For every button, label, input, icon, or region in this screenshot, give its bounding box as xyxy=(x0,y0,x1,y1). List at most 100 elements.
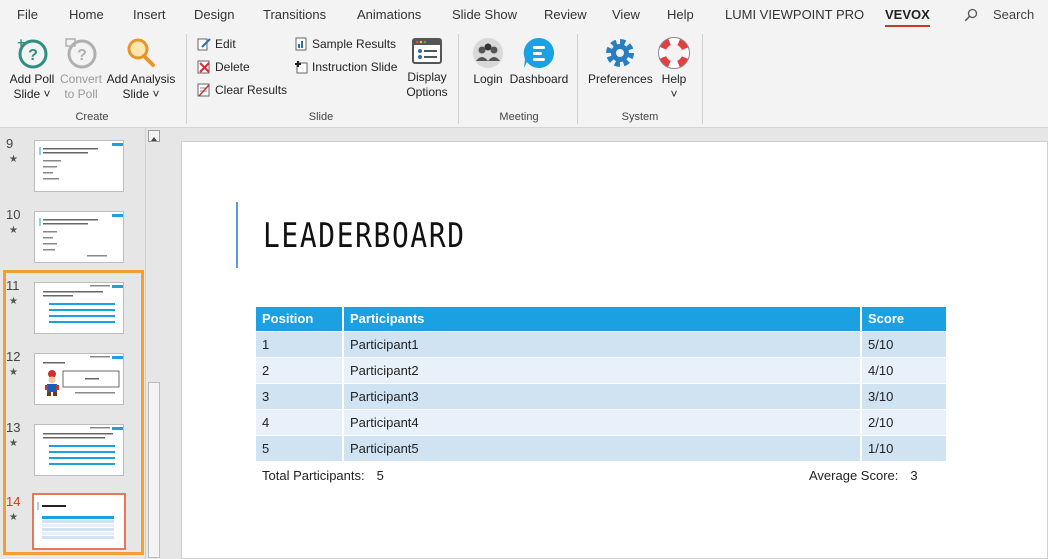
dashboard-button[interactable]: Dashboard xyxy=(509,36,569,87)
leaderboard-table[interactable]: Position Participants Score 1 Participan… xyxy=(256,307,946,462)
display-options-label-2: Options xyxy=(406,85,448,99)
svg-text:+: + xyxy=(17,36,25,50)
clear-results-button[interactable]: Clear Results xyxy=(197,83,287,97)
slide-title[interactable]: LEADERBOARD xyxy=(263,216,466,256)
slide-canvas[interactable]: LEADERBOARD Position Participants Score … xyxy=(181,141,1048,559)
edit-button[interactable]: Edit xyxy=(197,37,236,51)
group-label-meeting: Meeting xyxy=(499,111,539,123)
svg-text:?: ? xyxy=(77,47,87,64)
animation-star-icon: ★ xyxy=(9,225,18,236)
table-row: 3 Participant3 3/10 xyxy=(256,383,946,410)
separator xyxy=(458,34,459,124)
delete-icon xyxy=(197,60,210,74)
thumbnail-preview xyxy=(34,211,124,263)
ribbon: ? + Add Poll Slide ˅ ? Convert to Poll A… xyxy=(0,30,1048,128)
scroll-up-button[interactable] xyxy=(148,130,160,142)
instruction-slide-label: Instruction Slide xyxy=(312,60,398,74)
convert-icon: ? xyxy=(65,38,97,69)
cell-score: 4/10 xyxy=(861,357,946,384)
slide-thumbnail-pane: 9 ★ 10 ★ 11 ★ 12 ★ 13 ★ 14 ★ xyxy=(0,128,163,559)
tab-animations[interactable]: Animations xyxy=(357,7,421,22)
thumbnail-number: 10 xyxy=(6,207,21,222)
display-options-button[interactable]: Display Options xyxy=(403,36,451,100)
search-icon[interactable] xyxy=(964,8,978,22)
preferences-button[interactable]: Preferences xyxy=(588,36,653,87)
animation-star-icon: ★ xyxy=(9,154,18,165)
cell-participant: Participant4 xyxy=(343,409,862,436)
separator xyxy=(577,34,578,124)
add-analysis-label: Add Analysis xyxy=(106,72,176,86)
table-row: 5 Participant5 1/10 xyxy=(256,435,946,462)
cell-participant: Participant5 xyxy=(343,435,862,462)
table-row: 1 Participant1 5/10 xyxy=(256,331,946,358)
total-participants: Total Participants: 5 xyxy=(262,468,384,483)
svg-text:?: ? xyxy=(28,47,38,64)
cell-position: 2 xyxy=(256,357,344,384)
total-participants-value: 5 xyxy=(376,468,384,483)
table-row: 2 Participant2 4/10 xyxy=(256,357,946,384)
tab-transitions[interactable]: Transitions xyxy=(263,7,326,22)
login-icon xyxy=(473,38,503,68)
cell-score: 2/10 xyxy=(861,409,946,436)
cell-participant: Participant2 xyxy=(343,357,862,384)
instruction-slide-icon xyxy=(295,61,308,74)
slide-workspace: LEADERBOARD Position Participants Score … xyxy=(163,128,1048,559)
tab-file[interactable]: File xyxy=(17,7,38,22)
thumbnail-scrollbar[interactable] xyxy=(145,128,161,559)
title-accent-bar xyxy=(236,202,238,268)
thumbnail-preview xyxy=(34,140,124,192)
clear-results-icon xyxy=(197,83,210,97)
tab-home[interactable]: Home xyxy=(69,7,104,22)
edit-icon xyxy=(197,38,211,51)
tab-help[interactable]: Help xyxy=(667,7,694,22)
help-label: Help xyxy=(661,72,687,86)
cell-participant: Participant1 xyxy=(343,331,862,358)
tab-vevox[interactable]: VEVOX xyxy=(885,7,930,27)
group-label-create: Create xyxy=(75,111,109,123)
average-score-label: Average Score: xyxy=(809,468,899,483)
table-header-row: Position Participants Score xyxy=(256,307,946,332)
lifebuoy-icon xyxy=(658,37,690,69)
display-options-label: Display xyxy=(407,70,447,84)
group-label-system: System xyxy=(621,111,659,123)
thumbnail-content xyxy=(39,143,123,180)
preferences-label: Preferences xyxy=(588,72,653,86)
login-label: Login xyxy=(473,72,503,86)
thumbnail-content xyxy=(39,214,123,257)
dashboard-label: Dashboard xyxy=(509,72,569,86)
cell-score: 1/10 xyxy=(861,435,946,462)
tab-lumi-viewpoint-pro[interactable]: LUMI VIEWPOINT PRO xyxy=(725,7,864,22)
help-button[interactable]: Help ˅ xyxy=(654,36,694,102)
separator xyxy=(702,34,703,124)
scroll-thumb[interactable] xyxy=(148,382,160,558)
average-score-value: 3 xyxy=(910,468,918,483)
add-poll-label: Add Poll xyxy=(9,72,55,86)
selection-frame xyxy=(3,270,144,555)
search-label[interactable]: Search xyxy=(993,7,1034,22)
tab-slide-show[interactable]: Slide Show xyxy=(452,7,517,22)
tab-review[interactable]: Review xyxy=(544,7,587,22)
average-score: Average Score: 3 xyxy=(809,468,918,483)
sample-results-label: Sample Results xyxy=(312,37,397,51)
cell-position: 5 xyxy=(256,435,344,462)
add-poll-slide-button[interactable]: ? + Add Poll Slide ˅ xyxy=(6,36,58,102)
convert-label-2: to Poll xyxy=(64,87,98,101)
delete-button[interactable]: Delete xyxy=(197,60,250,74)
instruction-slide-button[interactable]: Instruction Slide xyxy=(294,60,397,74)
add-poll-icon: ? + xyxy=(17,36,48,69)
convert-to-poll-button[interactable]: ? Convert to Poll xyxy=(58,36,104,102)
cell-score: 5/10 xyxy=(861,331,946,358)
tab-design[interactable]: Design xyxy=(194,7,234,22)
sample-results-icon xyxy=(295,37,307,51)
sample-results-button[interactable]: Sample Results xyxy=(294,37,396,51)
header-score: Score xyxy=(861,307,946,332)
magnifier-icon xyxy=(127,38,155,67)
clear-results-label: Clear Results xyxy=(215,83,288,97)
tab-view[interactable]: View xyxy=(612,7,640,22)
add-analysis-slide-button[interactable]: Add Analysis Slide ˅ xyxy=(104,36,178,102)
header-participants: Participants xyxy=(343,307,862,332)
add-poll-label-2: Slide ˅ xyxy=(13,87,51,101)
tab-insert[interactable]: Insert xyxy=(133,7,166,22)
login-button[interactable]: Login xyxy=(468,36,508,87)
menu-bar: File Home Insert Design Transitions Anim… xyxy=(0,0,1048,30)
